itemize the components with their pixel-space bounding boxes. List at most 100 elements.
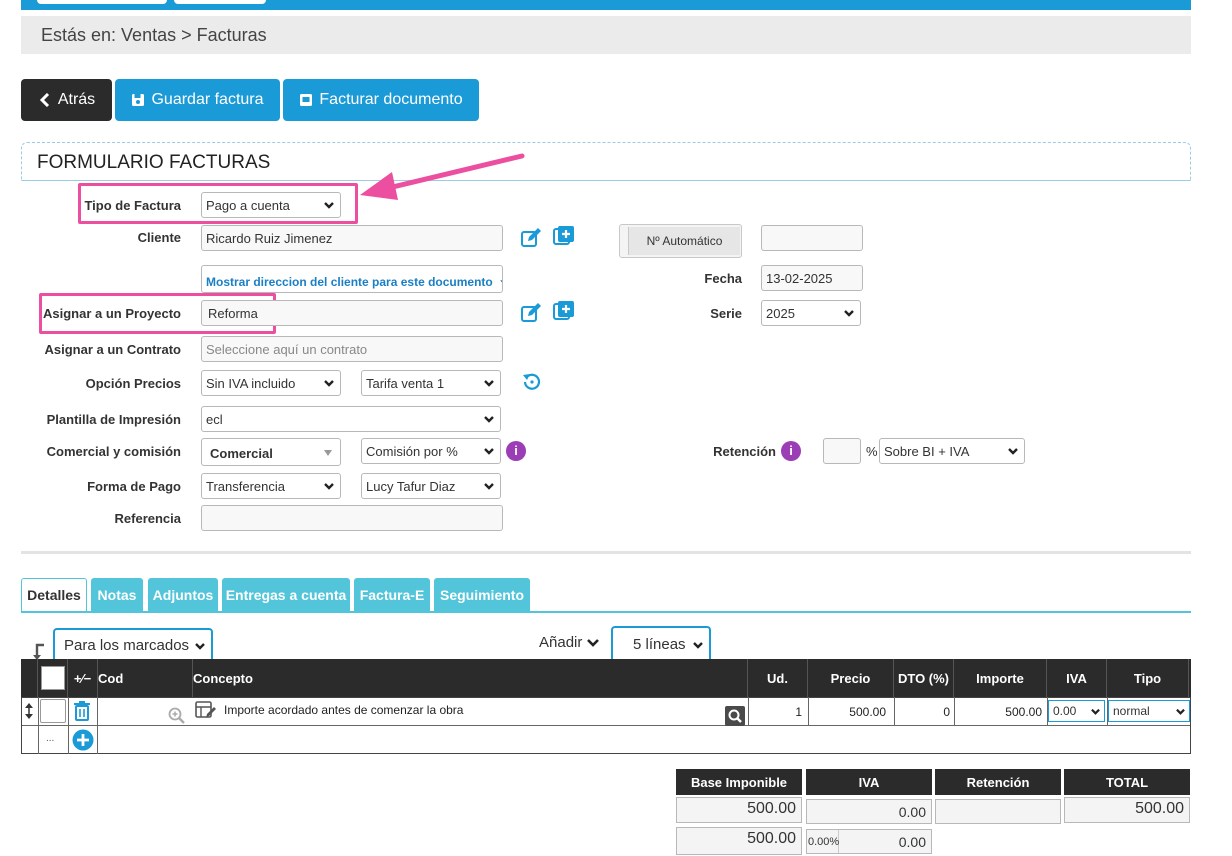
caret-down-icon bbox=[324, 450, 332, 456]
comision-select[interactable]: Comisión por % bbox=[361, 438, 501, 464]
tab-detalles[interactable]: Detalles bbox=[21, 578, 87, 612]
chevron-down-icon bbox=[195, 643, 205, 650]
totals-header-total: TOTAL bbox=[1064, 769, 1190, 795]
add-line-icon[interactable] bbox=[72, 729, 94, 751]
refresh-prices-icon[interactable] bbox=[521, 371, 543, 393]
tab-adjuntos[interactable]: Adjuntos bbox=[148, 578, 218, 612]
persona-value: Lucy Tafur Diaz bbox=[366, 479, 456, 494]
tab-entregas[interactable]: Entregas a cuenta bbox=[222, 578, 350, 612]
comercial-select[interactable]: Comercial bbox=[201, 438, 341, 466]
row-iva-select[interactable]: 0.00 bbox=[1048, 700, 1105, 722]
col-divider bbox=[97, 697, 98, 754]
fecha-input[interactable]: 13-02-2025 bbox=[761, 265, 863, 291]
edit-client-icon[interactable] bbox=[520, 227, 542, 249]
invoice-icon bbox=[300, 94, 313, 106]
cliente-input[interactable]: Ricardo Ruiz Jimenez bbox=[201, 225, 503, 251]
drag-handle-icon[interactable] bbox=[24, 703, 34, 719]
tab-seguimiento[interactable]: Seguimiento bbox=[434, 578, 530, 612]
serie-label: Serie bbox=[710, 306, 742, 321]
add-lines-dropdown[interactable]: Añadir bbox=[539, 634, 600, 651]
show-client-address-link[interactable]: Mostrar direccion del cliente para este … bbox=[201, 265, 503, 293]
cliente-label: Cliente bbox=[137, 230, 181, 245]
header-toggle[interactable]: +⁄− bbox=[68, 659, 98, 697]
chevron-down-icon bbox=[693, 642, 703, 649]
tab-notas[interactable]: Notas bbox=[91, 578, 143, 612]
persona-select[interactable]: Lucy Tafur Diaz bbox=[361, 473, 501, 499]
bulk-action-value: Para los marcados bbox=[64, 637, 190, 654]
trash-icon[interactable] bbox=[73, 701, 91, 721]
zoom-in-icon[interactable] bbox=[168, 707, 186, 725]
forma-pago-select[interactable]: Transferencia bbox=[201, 473, 341, 499]
opcion-precios-value: Sin IVA incluido bbox=[206, 376, 296, 391]
referencia-input[interactable] bbox=[201, 505, 503, 531]
subtotal-base: 500.00 bbox=[676, 827, 802, 855]
chevron-down-icon bbox=[324, 380, 334, 387]
select-all-cell bbox=[38, 659, 68, 697]
concept-editor-icon[interactable] bbox=[195, 701, 217, 721]
row-checkbox[interactable] bbox=[40, 699, 66, 723]
header-cod: Cod bbox=[98, 659, 193, 697]
chevron-down-icon bbox=[1008, 448, 1018, 455]
serie-select[interactable]: 2025 bbox=[761, 300, 861, 326]
select-all-checkbox[interactable] bbox=[40, 666, 65, 690]
col-divider bbox=[808, 697, 809, 725]
add-client-icon[interactable] bbox=[553, 225, 575, 247]
save-invoice-label: Guardar factura bbox=[151, 91, 264, 108]
chevron-down-icon bbox=[484, 416, 494, 423]
chevron-down-icon bbox=[324, 483, 334, 490]
save-invoice-button[interactable]: Guardar factura bbox=[115, 79, 280, 121]
back-button-label: Atrás bbox=[57, 91, 96, 108]
breadcrumb: Estás en: Ventas > Facturas bbox=[21, 16, 1191, 54]
subtotal-iva: 0.00% 0.00 bbox=[806, 829, 932, 854]
invoice-document-button[interactable]: Facturar documento bbox=[283, 79, 479, 121]
plantilla-select[interactable]: ecl bbox=[201, 406, 501, 432]
info-icon[interactable]: i bbox=[781, 441, 801, 461]
chevron-down-icon bbox=[484, 380, 494, 387]
totals-header-retencion: Retención bbox=[935, 769, 1061, 795]
row-ud[interactable]: 1 bbox=[750, 705, 802, 719]
retencion-mode-select[interactable]: Sobre BI + IVA bbox=[879, 438, 1025, 464]
total-retencion bbox=[935, 799, 1061, 824]
info-icon[interactable]: i bbox=[506, 441, 526, 461]
row-dto[interactable]: 0 bbox=[896, 705, 950, 719]
auto-number-toggle[interactable]: Nº Automático bbox=[619, 224, 742, 258]
comision-value: Comisión por % bbox=[366, 444, 458, 459]
opcion-precios-select[interactable]: Sin IVA incluido bbox=[201, 370, 341, 396]
tarifa-select[interactable]: Tarifa venta 1 bbox=[361, 370, 501, 396]
referencia-label: Referencia bbox=[114, 511, 181, 526]
chevron-down-icon bbox=[1091, 708, 1100, 715]
lines-count-select[interactable]: 5 líneas bbox=[611, 626, 711, 660]
row-tipo-select[interactable]: normal bbox=[1108, 700, 1190, 722]
col-divider bbox=[748, 697, 749, 725]
plantilla-label: Plantilla de Impresión bbox=[46, 412, 181, 427]
tipo-factura-value: Pago a cuenta bbox=[206, 198, 290, 213]
header-spacer bbox=[21, 659, 38, 697]
forma-pago-value: Transferencia bbox=[206, 479, 285, 494]
bulk-action-select[interactable]: Para los marcados bbox=[53, 628, 213, 660]
total-base: 500.00 bbox=[676, 797, 802, 823]
tipo-factura-select[interactable]: Pago a cuenta bbox=[201, 192, 341, 218]
back-button[interactable]: Atrás bbox=[21, 79, 112, 121]
retencion-input[interactable] bbox=[823, 438, 861, 464]
chevron-down-icon bbox=[324, 202, 334, 209]
retencion-mode-value: Sobre BI + IVA bbox=[884, 444, 970, 459]
col-divider bbox=[954, 697, 955, 725]
show-address-label: Mostrar direccion del cliente para este … bbox=[206, 275, 493, 289]
chevron-left-icon bbox=[39, 93, 49, 107]
tab-factura-e[interactable]: Factura-E bbox=[354, 578, 430, 612]
add-project-icon[interactable] bbox=[553, 300, 575, 322]
lines-count-value: 5 líneas bbox=[633, 636, 686, 653]
edit-project-icon[interactable] bbox=[520, 302, 542, 324]
search-icon[interactable] bbox=[725, 706, 745, 726]
comercial-value: Comercial bbox=[210, 446, 273, 461]
contrato-input[interactable]: Seleccione aquí un contrato bbox=[201, 336, 503, 362]
col-divider bbox=[38, 697, 39, 754]
row-precio[interactable]: 500.00 bbox=[810, 705, 886, 719]
subtotal-iva-pct: 0.00% bbox=[807, 830, 839, 853]
invoice-number-input[interactable] bbox=[761, 225, 863, 251]
row-concepto[interactable]: Importe acordado antes de comenzar la ob… bbox=[224, 703, 463, 717]
proyecto-input[interactable]: Reforma bbox=[201, 300, 503, 326]
row-divider bbox=[22, 725, 1190, 726]
lines-table-header: +⁄− Cod Concepto Ud. Precio DTO (%) Impo… bbox=[21, 659, 1191, 697]
header-concepto: Concepto bbox=[193, 659, 748, 697]
